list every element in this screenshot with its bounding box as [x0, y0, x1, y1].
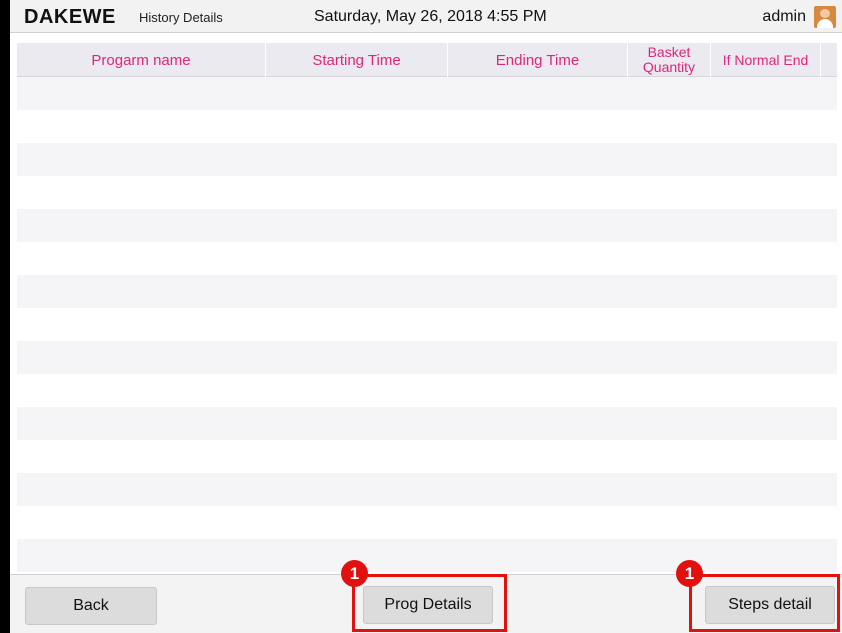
user-avatar-icon[interactable] [814, 6, 836, 28]
steps-detail-marker: 1 [676, 560, 703, 587]
table-row[interactable] [17, 308, 837, 341]
title-bar: DAKEWE History Details Saturday, May 26,… [10, 0, 842, 33]
table-row[interactable] [17, 341, 837, 374]
table-row[interactable] [17, 440, 837, 473]
back-button[interactable]: Back [25, 587, 157, 625]
table-row[interactable] [17, 143, 837, 176]
column-header-program-name[interactable]: Progarm name [17, 43, 266, 77]
column-header-if-normal-end[interactable]: If Normal End [711, 43, 821, 77]
table-row[interactable] [17, 539, 837, 572]
steps-detail-highlight [689, 574, 840, 632]
table-row[interactable] [17, 209, 837, 242]
table-header: Progarm name Starting Time Ending Time B… [17, 43, 837, 77]
left-border [0, 0, 10, 633]
table-body [17, 77, 837, 572]
prog-details-highlight [352, 574, 507, 632]
app-window: DAKEWE History Details Saturday, May 26,… [0, 0, 842, 633]
avatar-body [817, 19, 833, 28]
column-header-starting-time[interactable]: Starting Time [266, 43, 448, 77]
table-row[interactable] [17, 176, 837, 209]
table-row[interactable] [17, 506, 837, 539]
table-row[interactable] [17, 275, 837, 308]
datetime-display: Saturday, May 26, 2018 4:55 PM [314, 8, 547, 25]
table-row[interactable] [17, 242, 837, 275]
column-header-spare [821, 43, 837, 77]
table-row[interactable] [17, 110, 837, 143]
column-header-basket-quantity[interactable]: Basket Quantity [628, 43, 711, 77]
brand-logo: DAKEWE [24, 6, 116, 28]
page-title: History Details [139, 10, 223, 25]
user-name[interactable]: admin [762, 8, 806, 26]
avatar-head [820, 9, 830, 18]
prog-details-marker: 1 [341, 560, 368, 587]
table-row[interactable] [17, 77, 837, 110]
table-row[interactable] [17, 473, 837, 506]
table-row[interactable] [17, 374, 837, 407]
history-table: Progarm name Starting Time Ending Time B… [17, 43, 837, 572]
column-header-ending-time[interactable]: Ending Time [448, 43, 628, 77]
table-row[interactable] [17, 407, 837, 440]
